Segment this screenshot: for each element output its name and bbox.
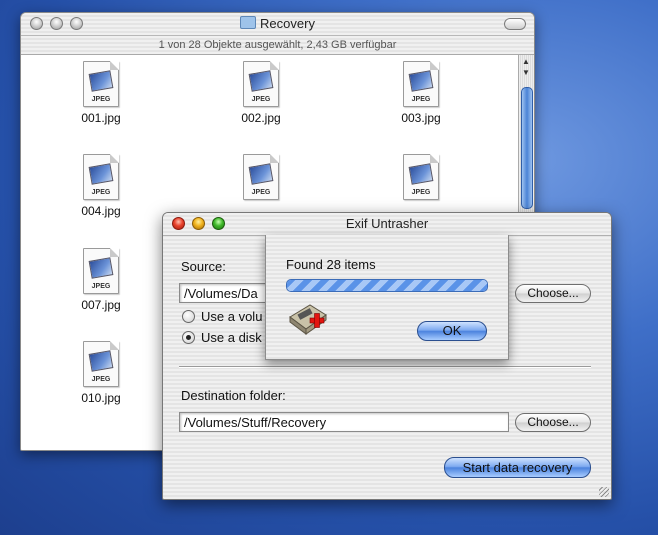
status-bar: 1 von 28 Objekte ausgewählt, 2,43 GB ver… [21,36,534,55]
divider [179,366,591,368]
destination-path-field[interactable]: /Volumes/Stuff/Recovery [179,412,509,432]
jpeg-file-icon: JPEG [83,61,119,107]
exif-title: Exif Untrasher [345,216,429,231]
jpeg-file-icon: JPEG [83,341,119,387]
resize-grip[interactable] [599,487,609,497]
scroll-thumb[interactable] [521,87,533,209]
use-disk-radio[interactable] [182,331,195,344]
jpeg-file-icon: JPEG [243,154,279,200]
start-recovery-button[interactable]: Start data recovery [444,457,591,478]
file-item[interactable]: JPEG 001.jpg [61,61,141,125]
file-name: 002.jpg [241,111,281,125]
progress-sheet: Found 28 items OK [265,235,509,360]
jpeg-file-icon: JPEG [403,61,439,107]
destination-label: Destination folder: [181,388,286,403]
exif-untrasher-app-icon [289,304,327,335]
jpeg-file-icon: JPEG [83,248,119,294]
exif-titlebar[interactable]: Exif Untrasher [163,213,611,236]
use-disk-label: Use a disk [201,330,262,345]
scroll-down-arrow-icon[interactable]: ▼ [522,68,530,77]
toolbar-toggle-button[interactable] [504,18,526,30]
file-name: 010.jpg [81,391,121,405]
source-choose-button[interactable]: Choose... [515,284,591,303]
jpeg-file-icon: JPEG [83,154,119,200]
scroll-up-arrow-icon[interactable]: ▲ [522,57,530,66]
use-volume-label: Use a volu [201,309,263,324]
source-label: Source: [181,259,226,274]
finder-title: Recovery [260,16,315,31]
file-name: 003.jpg [401,111,441,125]
ok-button[interactable]: OK [417,321,487,341]
destination-choose-button[interactable]: Choose... [515,413,591,432]
finder-titlebar[interactable]: Recovery [21,13,534,36]
use-volume-radio[interactable] [182,310,195,323]
file-item[interactable]: JPEG [221,154,301,200]
file-item[interactable]: JPEG 002.jpg [221,61,301,125]
file-item[interactable]: JPEG 004.jpg [61,154,141,218]
file-name: 007.jpg [81,298,121,312]
found-items-text: Found 28 items [286,257,376,272]
file-item[interactable]: JPEG 010.jpg [61,341,141,405]
progress-bar [286,279,488,292]
file-item[interactable]: JPEG [381,154,461,200]
folder-icon [240,16,257,29]
progress-fill [287,280,487,291]
file-item[interactable]: JPEG 007.jpg [61,248,141,312]
window-title: Recovery [21,16,534,31]
jpeg-file-icon: JPEG [403,154,439,200]
file-name: 001.jpg [81,111,121,125]
file-name: 004.jpg [81,204,121,218]
file-item[interactable]: JPEG 003.jpg [381,61,461,125]
jpeg-file-icon: JPEG [243,61,279,107]
